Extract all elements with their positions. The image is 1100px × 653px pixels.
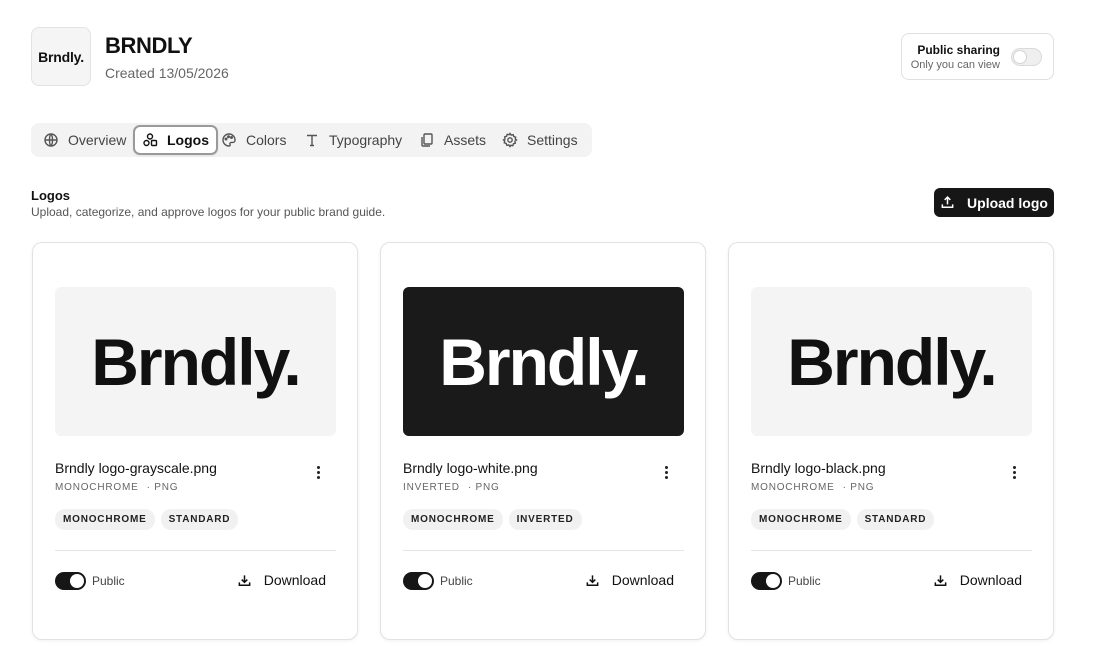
upload-logo-button[interactable]: Upload logo <box>934 188 1054 217</box>
public-sharing-title: Public sharing <box>917 43 1000 57</box>
logo-file-meta: MONOCHROME · PNG <box>751 482 874 493</box>
download-label: Download <box>959 572 1022 588</box>
logo-card: Brndly. Brndly logo-white.png INVERTED · … <box>380 242 706 640</box>
tab-colors-label: Colors <box>246 132 287 148</box>
logo-card: Brndly. Brndly logo-black.png MONOCHROME… <box>728 242 1054 640</box>
divider <box>751 550 1032 551</box>
public-sharing-subtitle: Only you can view <box>910 59 1000 71</box>
download-label: Download <box>263 572 326 588</box>
toggle-knob <box>766 574 780 588</box>
palette-icon <box>222 133 236 147</box>
download-icon <box>238 574 251 586</box>
tag: STANDARD <box>856 509 935 530</box>
section-subtitle: Upload, categorize, and approve logos fo… <box>31 205 386 219</box>
logo-file-name: Brndly logo-black.png <box>751 460 886 476</box>
logo-preview[interactable]: Brndly. <box>55 287 336 436</box>
logo-format: · PNG <box>842 482 875 493</box>
logo-preview[interactable]: Brndly. <box>751 287 1032 436</box>
tab-logos[interactable]: Logos <box>133 125 218 155</box>
tab-typography-label: Typography <box>329 132 403 148</box>
tag: MONOCHROME <box>403 509 503 530</box>
toggle-knob <box>418 574 432 588</box>
globe-icon <box>44 133 58 147</box>
upload-logo-label: Upload logo <box>967 194 1048 211</box>
gear-icon <box>502 132 518 148</box>
toggle-knob <box>70 574 84 588</box>
tag: STANDARD <box>160 509 239 530</box>
section-title: Logos <box>31 188 70 203</box>
tab-settings[interactable]: Settings <box>502 126 578 154</box>
divider <box>55 550 336 551</box>
logo-tags: MONOCHROME STANDARD <box>751 509 935 530</box>
tab-assets[interactable]: Assets <box>419 126 486 154</box>
upload-icon <box>941 196 954 208</box>
tab-overview-label: Overview <box>68 132 127 148</box>
brand-tabs: Overview Logos Colors Typography Assets … <box>31 123 592 157</box>
type-icon <box>307 134 317 147</box>
logo-tags: MONOCHROME STANDARD <box>55 509 239 530</box>
logo-category: MONOCHROME <box>751 482 835 493</box>
logo-card: Brndly. Brndly logo-grayscale.png MONOCH… <box>32 242 358 640</box>
tab-assets-label: Assets <box>444 132 487 148</box>
public-sharing-panel: Public sharing Only you can view <box>901 33 1054 80</box>
tab-overview[interactable]: Overview <box>43 126 126 154</box>
logo-file-meta: INVERTED · PNG <box>403 482 500 493</box>
public-toggle[interactable] <box>403 572 434 590</box>
public-label: Public <box>440 574 473 588</box>
download-icon <box>586 574 599 586</box>
brand-name: BRNDLY <box>105 33 193 58</box>
download-button[interactable]: Download <box>933 572 1022 588</box>
download-label: Download <box>611 572 674 588</box>
download-button[interactable]: Download <box>237 572 326 588</box>
logo-preview[interactable]: Brndly. <box>403 287 684 436</box>
public-toggle[interactable] <box>55 572 86 590</box>
logo-file-name: Brndly logo-white.png <box>403 460 538 476</box>
divider <box>403 550 684 551</box>
logo-tags: MONOCHROME INVERTED <box>403 509 582 530</box>
public-label: Public <box>92 574 125 588</box>
tag: INVERTED <box>508 509 582 530</box>
download-button[interactable]: Download <box>585 572 674 588</box>
brand-thumbnail: Brndly. <box>31 27 91 86</box>
logo-file-name: Brndly logo-grayscale.png <box>55 460 217 476</box>
public-label: Public <box>788 574 821 588</box>
more-options-button[interactable] <box>659 463 673 481</box>
tab-typography[interactable]: Typography <box>304 126 402 154</box>
toggle-knob <box>1013 50 1027 64</box>
download-icon <box>934 574 947 586</box>
more-options-button[interactable] <box>311 463 325 481</box>
logo-category: MONOCHROME <box>55 482 139 493</box>
logo-file-meta: MONOCHROME · PNG <box>55 482 178 493</box>
public-toggle[interactable] <box>751 572 782 590</box>
brand-created-date: Created 13/05/2026 <box>105 65 229 81</box>
tab-settings-label: Settings <box>527 132 578 148</box>
tag: MONOCHROME <box>751 509 851 530</box>
tab-colors[interactable]: Colors <box>221 126 286 154</box>
tag: MONOCHROME <box>55 509 155 530</box>
logo-category: INVERTED <box>403 482 460 493</box>
files-icon <box>421 133 433 147</box>
logo-format: · PNG <box>467 482 500 493</box>
shapes-icon <box>143 133 158 147</box>
public-sharing-toggle[interactable] <box>1011 48 1042 66</box>
logo-format: · PNG <box>146 482 179 493</box>
more-options-button[interactable] <box>1007 463 1021 481</box>
tab-logos-label: Logos <box>167 132 209 148</box>
